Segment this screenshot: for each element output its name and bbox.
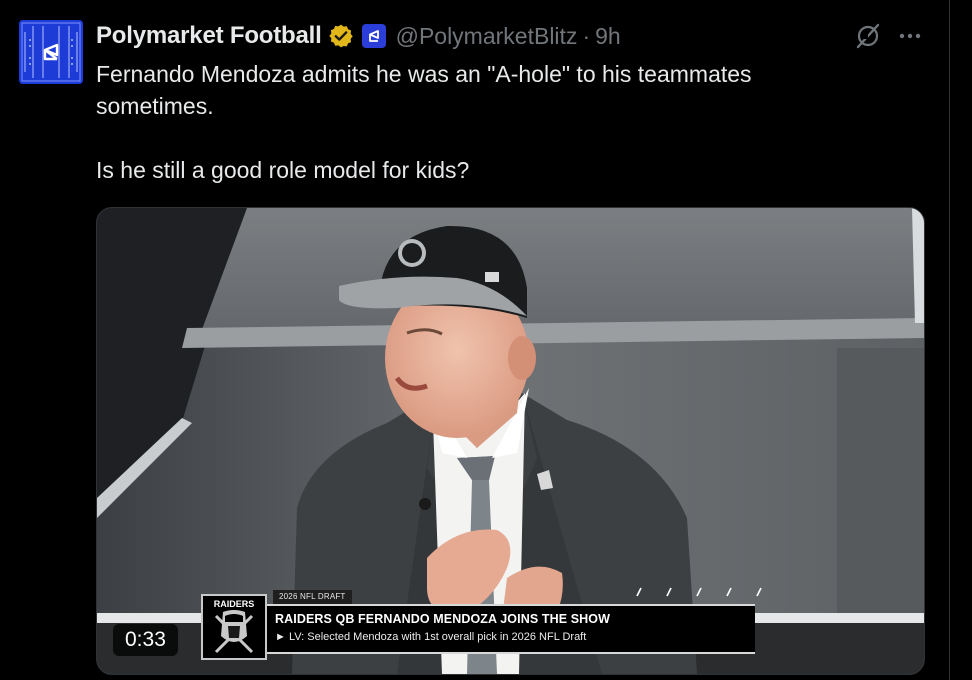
post-text-line: Is he still a good role model for kids? (96, 157, 470, 183)
raiders-wordmark: RAIDERS (214, 599, 255, 609)
column-divider (949, 0, 950, 680)
football-field-logo (19, 20, 83, 84)
post-timestamp[interactable]: 9h (595, 23, 621, 50)
display-name[interactable]: Polymarket Football (96, 22, 322, 50)
affiliate-badge-icon[interactable] (361, 24, 386, 48)
separator: · (582, 22, 591, 49)
grok-icon[interactable] (854, 22, 882, 50)
video-player[interactable]: 0:33 RAIDERS 2026 NFL DRAFT RAIDERS QB F… (96, 207, 925, 675)
video-duration-badge: 0:33 (113, 624, 178, 656)
post-text-line: Fernando Mendoza admits he was an "A-hol… (96, 61, 752, 119)
broadcast-lower-third: RAIDERS 2026 NFL DRAFT RAIDERS QB FERNAN… (201, 590, 761, 670)
user-handle[interactable]: @PolymarketBlitz (396, 23, 578, 50)
post-text: Fernando Mendoza admits he was an "A-hol… (96, 58, 856, 186)
broadcast-subline: ► LV: Selected Mendoza with 1st overall … (275, 631, 587, 643)
post-header: Polymarket Football @PolymarketBlitz · 9… (96, 20, 621, 52)
broadcast-kicker: 2026 NFL DRAFT (273, 590, 352, 604)
post-view: Polymarket Football @PolymarketBlitz · 9… (0, 0, 972, 680)
broadcast-headline: RAIDERS QB FERNANDO MENDOZA JOINS THE SH… (275, 612, 610, 626)
broadcast-headline-bar: RAIDERS QB FERNANDO MENDOZA JOINS THE SH… (267, 604, 755, 654)
avatar[interactable] (19, 20, 83, 84)
more-options-icon[interactable] (897, 24, 923, 48)
raiders-logo-badge: RAIDERS (201, 594, 267, 660)
verified-badge-icon[interactable] (328, 23, 354, 49)
